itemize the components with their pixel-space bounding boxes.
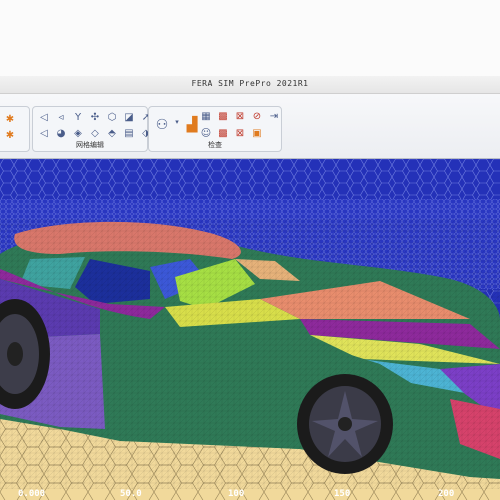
check-warp-icon[interactable]: ⊠	[233, 127, 247, 140]
ribbon-group-partial: ✱ ✱	[0, 106, 30, 152]
project-nodes-icon[interactable]: ◪	[122, 111, 136, 124]
check-aspect-icon[interactable]: ☺	[199, 127, 213, 140]
axis-tick-2: 100	[228, 489, 245, 499]
refine-icon[interactable]: ◈	[71, 127, 85, 140]
swap-edge-icon[interactable]: Y	[71, 111, 85, 124]
check-intersection-icon[interactable]: ⊠	[233, 110, 247, 123]
split-face-icon[interactable]: ◁	[37, 111, 51, 124]
axis-tick-1: 50.0	[120, 489, 142, 499]
group-label-check: 检查	[208, 141, 222, 149]
check-duplicate-icon[interactable]: ⊘	[250, 110, 264, 123]
collapse-edge-icon[interactable]: ◃	[54, 111, 68, 124]
reorient-icon[interactable]: ⬘	[105, 127, 119, 140]
coarsen-icon[interactable]: ◇	[88, 127, 102, 140]
car-model	[0, 219, 500, 489]
top-blank-area	[0, 0, 500, 76]
title-bar: FERA SIM PrePro 2021R1	[0, 76, 500, 94]
ribbon-group-check: ⚇ ▾ ▟ ▦ ▩ ⊠ ⊘ ⇥ ☺ ▩ ⊠ ▣ 检查	[148, 106, 282, 152]
axis-tick-4: 200	[438, 489, 455, 499]
axis-tick-0: 0.000	[18, 489, 46, 499]
check-normals-icon[interactable]: ⇥	[267, 110, 281, 123]
ribbon-toolbar: ✱ ✱ ◁ ◃ Y ✣ ⬡ ◪ ➚ ◁ ◕ ◈ ◇ ⬘ ▤ ⬗ 网格编辑 ⚇ ▾…	[0, 94, 500, 159]
ribbon-group-mesh-edit: ◁ ◃ Y ✣ ⬡ ◪ ➚ ◁ ◕ ◈ ◇ ⬘ ▤ ⬗ 网格编辑	[32, 106, 150, 152]
group-label-mesh-edit: 网格编辑	[76, 141, 104, 149]
mesh-scene	[0, 159, 500, 500]
check-skew-icon[interactable]: ▩	[216, 127, 230, 140]
extrude-icon[interactable]: ▤	[122, 127, 136, 140]
delete-element-icon[interactable]: ◁	[37, 127, 51, 140]
check-free-edges-icon[interactable]: ▦	[199, 110, 213, 123]
mesh-node-icon[interactable]: ✱	[3, 113, 17, 126]
check-size-icon[interactable]: ▣	[250, 127, 264, 140]
check-overlap-icon[interactable]: ▩	[216, 110, 230, 123]
merge-nodes-icon[interactable]: ✣	[88, 111, 102, 124]
rear-wheel	[297, 374, 393, 474]
smooth-mesh-icon[interactable]: ⬡	[105, 111, 119, 124]
3d-viewport[interactable]: 0.000 50.0 100 150 200	[0, 159, 500, 500]
check-quality-icon[interactable]: ⚇	[153, 116, 171, 134]
window-title: FERA SIM PrePro 2021R1	[191, 79, 309, 88]
fill-hole-icon[interactable]: ◕	[54, 127, 68, 140]
dropdown-arrow-icon[interactable]: ▾	[174, 116, 180, 129]
mesh-element-icon[interactable]: ✱	[3, 129, 17, 142]
axis-tick-3: 150	[334, 489, 351, 499]
